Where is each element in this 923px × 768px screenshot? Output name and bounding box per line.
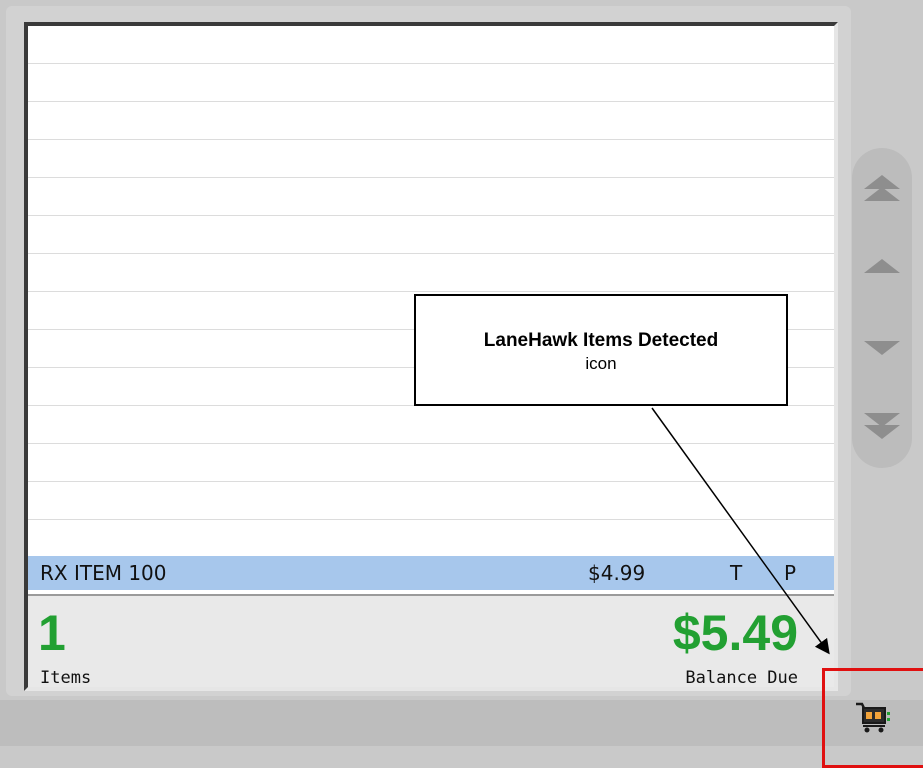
totals-bar: 1 Items $5.49 Balance Due: [28, 594, 834, 688]
page-up-icon: [864, 175, 900, 201]
line-down-button[interactable]: [852, 310, 912, 380]
balance-due-amount: $5.49: [672, 605, 798, 661]
receipt-item-row[interactable]: RX ITEM 100 $4.99 T P: [28, 556, 834, 590]
page-down-icon: [864, 413, 900, 439]
lanehawk-items-detected-icon[interactable]: [852, 696, 892, 736]
item-flag-p: P: [784, 561, 797, 585]
item-description: RX ITEM 100: [40, 561, 167, 585]
page-down-button[interactable]: [852, 388, 912, 458]
line-down-icon: [864, 341, 900, 355]
page-up-button[interactable]: [852, 156, 912, 226]
status-strip: [0, 700, 923, 746]
item-count-label: Items: [40, 668, 92, 688]
line-up-icon: [864, 259, 900, 273]
scroll-controls: [852, 148, 912, 468]
item-price: $4.99: [588, 561, 646, 585]
item-flag-taxable: T: [730, 561, 743, 585]
receipt-lines: [28, 26, 834, 556]
callout-title: LaneHawk Items Detected: [483, 330, 719, 351]
line-up-button[interactable]: [852, 234, 912, 304]
balance-due-label: Balance Due: [685, 668, 798, 688]
callout-subtitle: icon: [585, 354, 617, 373]
item-count: 1: [38, 605, 66, 661]
shopping-cart-icon: [856, 702, 890, 733]
annotation-callout: LaneHawk Items Detected icon: [414, 294, 788, 406]
